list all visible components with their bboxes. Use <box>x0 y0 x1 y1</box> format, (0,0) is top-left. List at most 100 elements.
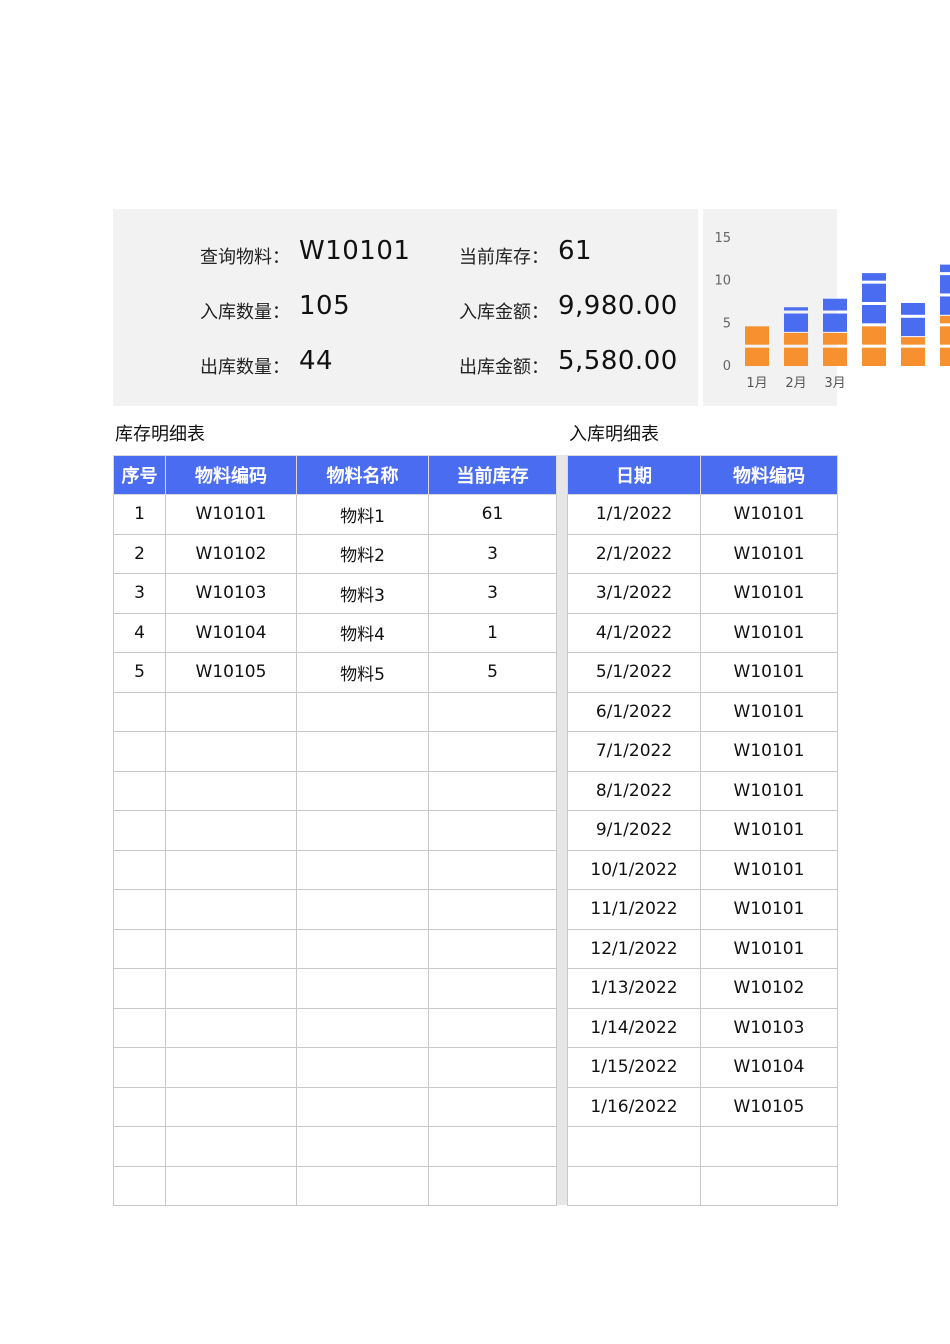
cell-code[interactable] <box>165 1086 297 1127</box>
cell-stock[interactable] <box>428 731 557 772</box>
cell-name[interactable] <box>296 770 429 811</box>
cell-name[interactable] <box>296 889 429 930</box>
cell-index[interactable]: 5 <box>113 652 166 693</box>
cell-code[interactable] <box>700 1126 838 1167</box>
cell-date[interactable] <box>567 1165 701 1206</box>
cell-name[interactable]: 物料3 <box>296 573 429 614</box>
cell-date[interactable]: 7/1/2022 <box>567 731 701 772</box>
cell-date[interactable]: 1/1/2022 <box>567 494 701 535</box>
cell-code[interactable]: W10101 <box>700 731 838 772</box>
cell-date[interactable]: 1/15/2022 <box>567 1047 701 1088</box>
cell-code[interactable]: W10103 <box>700 1007 838 1048</box>
cell-code[interactable]: W10101 <box>700 691 838 732</box>
cell-code[interactable]: W10102 <box>700 968 838 1009</box>
cell-code[interactable] <box>700 1165 838 1206</box>
cell-stock[interactable]: 3 <box>428 573 557 614</box>
cell-stock[interactable] <box>428 1007 557 1048</box>
cell-code[interactable] <box>165 810 297 851</box>
cell-code[interactable] <box>165 770 297 811</box>
cell-stock[interactable]: 3 <box>428 533 557 574</box>
cell-code[interactable]: W10102 <box>165 533 297 574</box>
cell-stock[interactable] <box>428 968 557 1009</box>
cell-code[interactable]: W10104 <box>700 1047 838 1088</box>
cell-stock[interactable] <box>428 889 557 930</box>
cell-code[interactable] <box>165 1007 297 1048</box>
cell-code[interactable]: W10104 <box>165 612 297 653</box>
cell-date[interactable]: 3/1/2022 <box>567 573 701 614</box>
cell-code[interactable]: W10101 <box>700 573 838 614</box>
cell-name[interactable] <box>296 849 429 890</box>
cell-name[interactable] <box>296 1165 429 1206</box>
cell-code[interactable] <box>165 1126 297 1167</box>
cell-index[interactable] <box>113 968 166 1009</box>
cell-index[interactable] <box>113 1007 166 1048</box>
cell-name[interactable] <box>296 731 429 772</box>
cell-stock[interactable] <box>428 849 557 890</box>
cell-name[interactable] <box>296 928 429 969</box>
cell-date[interactable]: 1/16/2022 <box>567 1086 701 1127</box>
cell-date[interactable]: 1/14/2022 <box>567 1007 701 1048</box>
cell-date[interactable] <box>567 1126 701 1167</box>
cell-stock[interactable] <box>428 810 557 851</box>
cell-name[interactable] <box>296 968 429 1009</box>
cell-name[interactable]: 物料4 <box>296 612 429 653</box>
cell-index[interactable] <box>113 770 166 811</box>
cell-name[interactable]: 物料1 <box>296 494 429 535</box>
cell-code[interactable] <box>165 889 297 930</box>
cell-index[interactable] <box>113 1165 166 1206</box>
cell-date[interactable]: 1/13/2022 <box>567 968 701 1009</box>
cell-code[interactable] <box>165 849 297 890</box>
cell-index[interactable] <box>113 1047 166 1088</box>
cell-index[interactable]: 3 <box>113 573 166 614</box>
cell-stock[interactable] <box>428 1165 557 1206</box>
cell-code[interactable]: W10101 <box>700 494 838 535</box>
cell-name[interactable] <box>296 1126 429 1167</box>
query-value[interactable]: W10101 <box>299 236 410 266</box>
cell-date[interactable]: 2/1/2022 <box>567 533 701 574</box>
cell-name[interactable]: 物料5 <box>296 652 429 693</box>
cell-code[interactable]: W10105 <box>165 652 297 693</box>
cell-index[interactable] <box>113 849 166 890</box>
cell-code[interactable]: W10101 <box>700 533 838 574</box>
cell-stock[interactable] <box>428 1047 557 1088</box>
cell-index[interactable] <box>113 928 166 969</box>
cell-code[interactable]: W10101 <box>700 652 838 693</box>
cell-code[interactable]: W10101 <box>700 849 838 890</box>
cell-index[interactable]: 4 <box>113 612 166 653</box>
cell-code[interactable]: W10101 <box>700 889 838 930</box>
cell-code[interactable] <box>165 928 297 969</box>
cell-stock[interactable]: 1 <box>428 612 557 653</box>
cell-name[interactable] <box>296 1007 429 1048</box>
cell-code[interactable]: W10101 <box>700 770 838 811</box>
cell-name[interactable] <box>296 1047 429 1088</box>
cell-index[interactable] <box>113 1126 166 1167</box>
cell-name[interactable] <box>296 691 429 732</box>
cell-date[interactable]: 9/1/2022 <box>567 810 701 851</box>
cell-date[interactable]: 11/1/2022 <box>567 889 701 930</box>
cell-code[interactable]: W10101 <box>700 612 838 653</box>
cell-code[interactable]: W10103 <box>165 573 297 614</box>
cell-index[interactable] <box>113 1086 166 1127</box>
cell-stock[interactable]: 5 <box>428 652 557 693</box>
cell-index[interactable] <box>113 731 166 772</box>
cell-name[interactable] <box>296 1086 429 1127</box>
cell-date[interactable]: 4/1/2022 <box>567 612 701 653</box>
cell-name[interactable]: 物料2 <box>296 533 429 574</box>
cell-index[interactable]: 1 <box>113 494 166 535</box>
cell-name[interactable] <box>296 810 429 851</box>
cell-code[interactable] <box>165 1047 297 1088</box>
cell-index[interactable] <box>113 810 166 851</box>
cell-code[interactable] <box>165 1165 297 1206</box>
cell-stock[interactable]: 61 <box>428 494 557 535</box>
cell-date[interactable]: 8/1/2022 <box>567 770 701 811</box>
cell-code[interactable] <box>165 968 297 1009</box>
cell-stock[interactable] <box>428 1126 557 1167</box>
cell-index[interactable] <box>113 691 166 732</box>
cell-stock[interactable] <box>428 928 557 969</box>
cell-code[interactable]: W10101 <box>700 810 838 851</box>
cell-index[interactable] <box>113 889 166 930</box>
cell-index[interactable]: 2 <box>113 533 166 574</box>
cell-code[interactable]: W10101 <box>165 494 297 535</box>
cell-date[interactable]: 5/1/2022 <box>567 652 701 693</box>
cell-code[interactable] <box>165 731 297 772</box>
